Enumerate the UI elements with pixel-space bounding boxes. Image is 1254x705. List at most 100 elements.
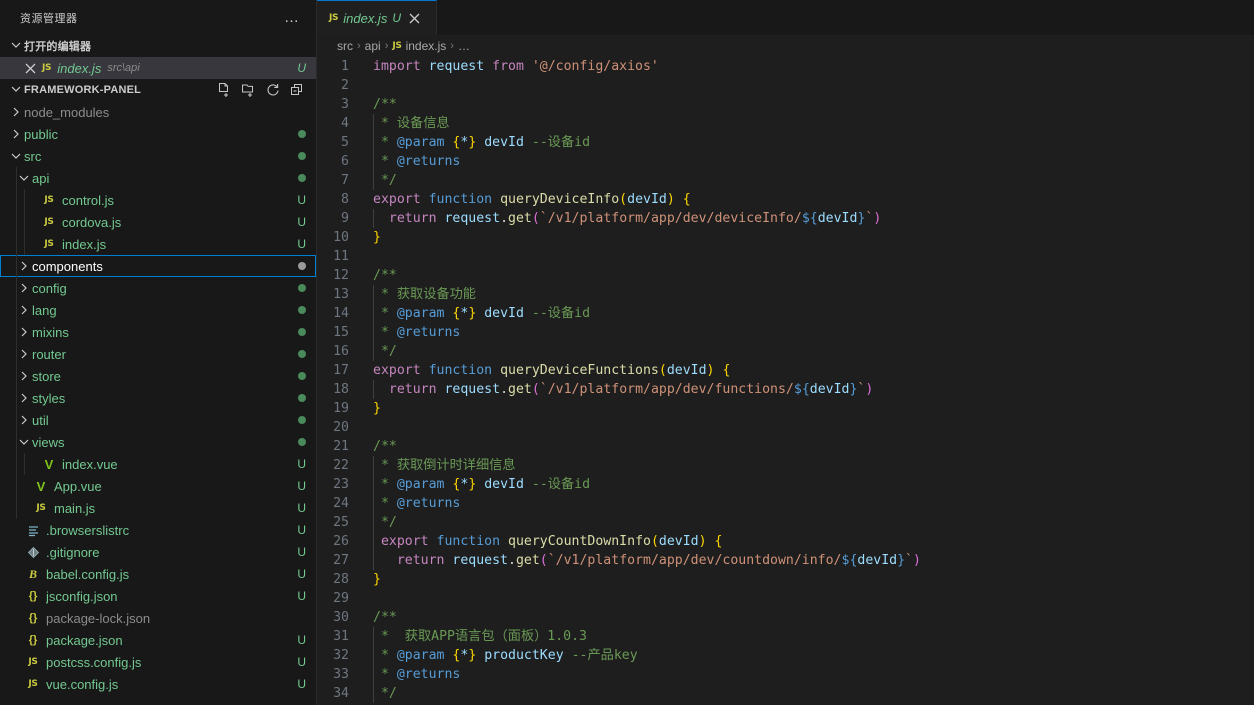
code-line[interactable]: 26 export function queryCountDownInfo(de…	[317, 532, 1254, 551]
tree-folder-router[interactable]: router	[0, 343, 316, 365]
code-line[interactable]: 28}	[317, 570, 1254, 589]
tree-folder-node-modules[interactable]: node_modules	[0, 101, 316, 123]
tree-folder-views[interactable]: views	[0, 431, 316, 453]
breadcrumb-item-index-js[interactable]: JS index.js	[392, 39, 446, 53]
file-tree[interactable]: node_modules public src api JS control.js U JS c…	[0, 101, 316, 705]
code-indent-guide	[373, 114, 374, 133]
tree-file--gitignore[interactable]: .gitignore U	[0, 541, 316, 563]
close-icon[interactable]	[22, 60, 38, 76]
open-editor-item-indexjs[interactable]: JS index.js src\api U	[0, 57, 316, 79]
code-line[interactable]: 14 * @param {*} devId --设备id	[317, 304, 1254, 323]
code-line[interactable]: 7 */	[317, 171, 1254, 190]
tree-file-control-js[interactable]: JS control.js U	[0, 189, 316, 211]
code-line[interactable]: 8 export function queryDeviceInfo(devId) …	[317, 190, 1254, 209]
code-line[interactable]: 15 * @returns	[317, 323, 1254, 342]
chevron-right-icon[interactable]	[16, 302, 32, 318]
tree-folder-config[interactable]: config	[0, 277, 316, 299]
tree-folder-components[interactable]: components	[0, 255, 316, 277]
tab-indexjs[interactable]: JS index.js U	[317, 0, 437, 35]
code-line[interactable]: 24 * @returns	[317, 494, 1254, 513]
tree-file-package-json[interactable]: {} package.json U	[0, 629, 316, 651]
code-line[interactable]: 12 /**	[317, 266, 1254, 285]
chevron-right-icon[interactable]	[16, 368, 32, 384]
code-line[interactable]: 29	[317, 589, 1254, 608]
chevron-right-icon[interactable]	[16, 280, 32, 296]
code-line[interactable]: 16 */	[317, 342, 1254, 361]
code-line[interactable]: 22 * 获取倒计时详细信息	[317, 456, 1254, 475]
breadcrumb-item-api[interactable]: api	[365, 39, 381, 53]
tree-file-postcss-config-js[interactable]: JS postcss.config.js U	[0, 651, 316, 673]
code-line[interactable]: 25 */	[317, 513, 1254, 532]
code-line[interactable]: 30 /**	[317, 608, 1254, 627]
tree-folder-lang[interactable]: lang	[0, 299, 316, 321]
open-editors-section-header[interactable]: 打开的编辑器	[0, 35, 316, 57]
tree-folder-mixins[interactable]: mixins	[0, 321, 316, 343]
breadcrumb-item-src[interactable]: src	[337, 39, 353, 53]
chevron-right-icon[interactable]	[16, 258, 32, 274]
tree-file-cordova-js[interactable]: JS cordova.js U	[0, 211, 316, 233]
chevron-down-icon[interactable]	[8, 148, 24, 164]
tree-folder-src[interactable]: src	[0, 145, 316, 167]
code-line[interactable]: 27 return request.get(`/v1/platform/app/…	[317, 551, 1254, 570]
new-file-icon[interactable]	[214, 79, 236, 101]
chevron-right-icon[interactable]	[8, 104, 24, 120]
breadcrumb-item--[interactable]: …	[458, 39, 470, 53]
chevron-right-icon[interactable]	[16, 412, 32, 428]
code-editor[interactable]: 1 import request from '@/config/axios' 2 3/…	[317, 57, 1254, 705]
code-line[interactable]: 33 * @returns	[317, 665, 1254, 684]
code-line[interactable]: 34 */	[317, 684, 1254, 703]
tree-file-index-js[interactable]: JS index.js U	[0, 233, 316, 255]
code-line[interactable]: 3 /**	[317, 95, 1254, 114]
tree-file-vue-config-js[interactable]: JS vue.config.js U	[0, 673, 316, 695]
code-line[interactable]: 6 * @returns	[317, 152, 1254, 171]
code-line[interactable]: 21 /**	[317, 437, 1254, 456]
code-line[interactable]: 9 return request.get(`/v1/platform/app/d…	[317, 209, 1254, 228]
tree-item-label: config	[32, 280, 67, 296]
tree-file-jsconfig-json[interactable]: {} jsconfig.json U	[0, 585, 316, 607]
tree-folder-util[interactable]: util	[0, 409, 316, 431]
tree-file-babel-config-js[interactable]: Bbabel.config.js U	[0, 563, 316, 585]
code-line[interactable]: 23 * @param {*} devId --设备id	[317, 475, 1254, 494]
code-line[interactable]: 4 * 设备信息	[317, 114, 1254, 133]
tree-indent-guide	[16, 321, 17, 343]
tree-file--browserslistrc[interactable]: .browserslistrc U	[0, 519, 316, 541]
close-icon[interactable]	[406, 9, 424, 27]
code-line[interactable]: 31 * 获取APP语言包（面板）1.0.3	[317, 627, 1254, 646]
tree-folder-api[interactable]: api	[0, 167, 316, 189]
tree-folder-styles[interactable]: styles	[0, 387, 316, 409]
chevron-right-icon[interactable]	[16, 324, 32, 340]
code-line[interactable]: 17 export function queryDeviceFunctions(d…	[317, 361, 1254, 380]
code-line[interactable]: 19}	[317, 399, 1254, 418]
collapse-all-icon[interactable]	[286, 79, 308, 101]
chevron-right-icon[interactable]	[8, 126, 24, 142]
code-line[interactable]: 11	[317, 247, 1254, 266]
tree-item-label: styles	[32, 390, 66, 406]
chevron-down-icon[interactable]	[16, 434, 32, 450]
code-line[interactable]: 2	[317, 76, 1254, 95]
chevron-right-icon[interactable]	[16, 390, 32, 406]
code-line[interactable]: 5 * @param {*} devId --设备id	[317, 133, 1254, 152]
tree-folder-store[interactable]: store	[0, 365, 316, 387]
code-line[interactable]: 20	[317, 418, 1254, 437]
code-line[interactable]: 18 return request.get(`/v1/platform/app/…	[317, 380, 1254, 399]
code-line[interactable]: 1 import request from '@/config/axios'	[317, 57, 1254, 76]
new-folder-icon[interactable]	[238, 79, 260, 101]
tree-folder-public[interactable]: public	[0, 123, 316, 145]
tree-indent-guide	[16, 189, 17, 211]
tree-item-label: package-lock.json	[46, 610, 151, 626]
chevron-down-icon[interactable]	[16, 170, 32, 186]
chevron-right-icon[interactable]	[16, 346, 32, 362]
code-line[interactable]: 13 * 获取设备功能	[317, 285, 1254, 304]
tree-file-package-lock-json[interactable]: {} package-lock.json	[0, 607, 316, 629]
project-section-header[interactable]: FRAMEWORK-PANEL	[0, 79, 316, 101]
tree-file-app-vue[interactable]: V App.vue U	[0, 475, 316, 497]
refresh-icon[interactable]	[262, 79, 284, 101]
code-content[interactable]: 1 import request from '@/config/axios' 2 3/…	[317, 57, 1254, 705]
tree-file-index-vue[interactable]: Vindex.vue U	[0, 453, 316, 475]
more-actions-icon[interactable]: …	[276, 10, 308, 25]
code-line[interactable]: 10}	[317, 228, 1254, 247]
code-line[interactable]: 32 * @param {*} productKey --产品key	[317, 646, 1254, 665]
tree-file-main-js[interactable]: JS main.js U	[0, 497, 316, 519]
breadcrumb[interactable]: src › api › JS index.js ›…	[317, 35, 1254, 57]
code-line-text: /**	[369, 437, 1254, 456]
